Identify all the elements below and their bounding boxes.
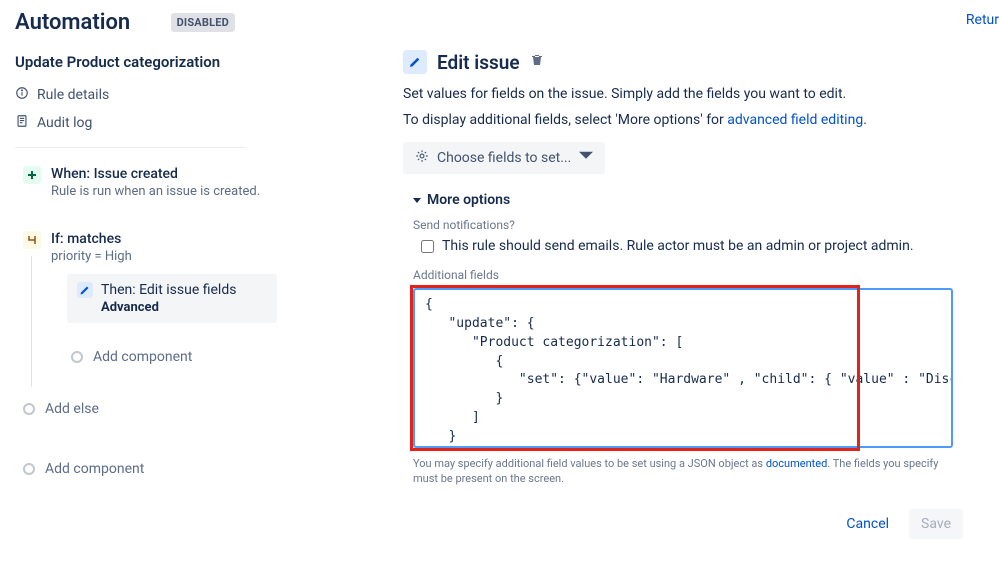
branch-icon (23, 231, 41, 249)
action-step[interactable]: Then: Edit issue fields Advanced (67, 274, 277, 323)
divider (15, 147, 245, 148)
add-else[interactable]: Add else (19, 393, 365, 425)
action-title: Then: Edit issue fields (101, 282, 236, 298)
document-icon (15, 114, 29, 132)
audit-log-label: Audit log (37, 115, 92, 131)
dot-icon (23, 463, 35, 475)
caret-down-icon (413, 198, 421, 203)
pencil-icon (77, 282, 93, 298)
page-title: Automation (15, 10, 130, 35)
plus-icon (23, 166, 41, 184)
condition-step[interactable]: If: matches priority = High (19, 225, 365, 270)
additional-fields-help: You may specify additional field values … (413, 456, 953, 487)
send-notifications-label: Send notifications? (413, 218, 979, 232)
add-component-label: Add component (93, 349, 192, 365)
condition-subtitle: priority = High (51, 249, 132, 264)
status-badge: DISABLED (171, 13, 235, 32)
save-button[interactable]: Save (909, 509, 963, 539)
add-else-label: Add else (45, 401, 99, 417)
panel-desc-1: Set values for fields on the issue. Simp… (403, 86, 979, 102)
rule-details-label: Rule details (37, 87, 109, 103)
documented-link[interactable]: documented (766, 457, 828, 470)
send-notifications-checkbox-row[interactable]: This rule should send emails. Rule actor… (421, 238, 979, 254)
add-component-outer-label: Add component (45, 461, 144, 477)
additional-fields-label: Additional fields (413, 268, 979, 282)
pencil-icon (403, 50, 427, 74)
dot-icon (71, 351, 83, 363)
trigger-step[interactable]: When: Issue created Rule is run when an … (19, 160, 365, 205)
add-component-inner[interactable]: Add component (67, 341, 365, 373)
rule-details-link[interactable]: Rule details (15, 81, 365, 109)
dot-icon (23, 403, 35, 415)
panel-desc-2: To display additional fields, select 'Mo… (403, 112, 979, 128)
panel-title: Edit issue (437, 51, 520, 74)
condition-title: If: matches (51, 231, 132, 247)
send-notifications-desc: This rule should send emails. Rule actor… (442, 238, 914, 254)
more-options-toggle[interactable]: More options (413, 192, 979, 208)
additional-fields-textarea[interactable]: { "update": { "Product categorization": … (413, 288, 953, 448)
trigger-title: When: Issue created (51, 166, 260, 182)
audit-log-link[interactable]: Audit log (15, 109, 365, 137)
info-icon (15, 86, 29, 104)
add-component-outer[interactable]: Add component (19, 453, 365, 485)
gear-icon (415, 149, 429, 167)
send-notifications-checkbox[interactable] (421, 240, 434, 253)
choose-fields-button[interactable]: Choose fields to set... (403, 142, 605, 174)
chevron-down-icon (579, 149, 593, 167)
trigger-subtitle: Rule is run when an issue is created. (51, 184, 260, 199)
advanced-field-editing-link[interactable]: advanced field editing (727, 112, 863, 128)
cancel-button[interactable]: Cancel (834, 509, 901, 539)
rule-name[interactable]: Update Product categorization (15, 53, 365, 71)
choose-fields-label: Choose fields to set... (437, 150, 571, 166)
delete-icon[interactable] (530, 53, 544, 71)
more-options-label: More options (427, 192, 510, 208)
action-subtitle: Advanced (101, 300, 236, 315)
